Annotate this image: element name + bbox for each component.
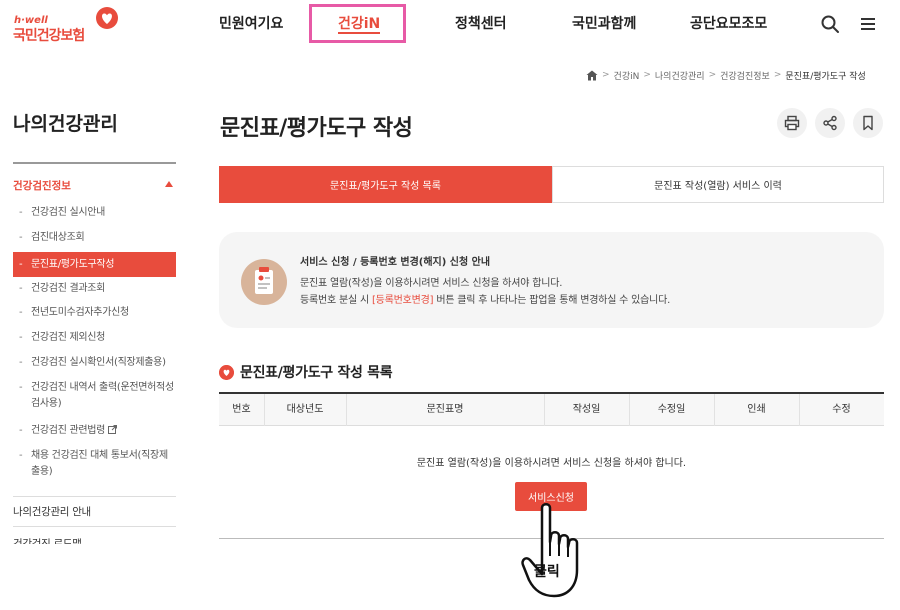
column-header: 수정일 <box>657 404 686 415</box>
sidebar-item[interactable]: 건강검진 실시확인서(직장제출용) <box>13 355 176 371</box>
hamburger-menu-icon[interactable] <box>858 14 878 34</box>
list-heading: 문진표/평가도구 작성 목록 <box>219 362 393 382</box>
breadcrumb-separator: > <box>643 70 651 80</box>
column-header: 인쇄 <box>747 404 766 415</box>
breadcrumb-separator: > <box>602 70 610 80</box>
sidebar-divider <box>13 526 176 527</box>
sidebar-item-law[interactable]: 건강검진 관련법령 <box>13 423 176 439</box>
breadcrumb-current: 문진표/평가도구 작성 <box>785 71 866 82</box>
nav-civil-service[interactable]: 민원여기요 <box>219 13 283 33</box>
nav-highlight-box <box>309 4 406 43</box>
collapse-arrow-icon <box>165 181 173 187</box>
logo-heart-icon <box>96 7 118 29</box>
external-link-icon <box>108 425 118 434</box>
sidebar-section-label: 건강검진정보 <box>13 180 71 192</box>
nav-about-corp[interactable]: 공단요모조모 <box>690 13 767 33</box>
sidebar-title: 나의건강관리 <box>13 113 118 135</box>
info-line-2-prefix: 등록번호 분실 시 <box>300 295 372 306</box>
info-line-2-suffix: 버튼 클릭 후 나타나는 팝업을 통해 변경하실 수 있습니다. <box>433 295 671 306</box>
tab-questionnaire-list[interactable]: 문진표/평가도구 작성 목록 <box>219 166 552 203</box>
list-title: 문진표/평가도구 작성 목록 <box>240 365 393 381</box>
tab-service-history[interactable]: 문진표 작성(열람) 서비스 이력 <box>552 166 884 203</box>
site-logo[interactable]: h·well 국민건강보험 <box>13 6 123 46</box>
breadcrumb-item[interactable]: 나의건강관리 <box>655 69 705 82</box>
bookmark-button[interactable] <box>853 108 883 138</box>
print-icon <box>784 115 800 131</box>
sidebar-divider <box>13 162 176 164</box>
logo-text: 국민건강보험 <box>13 28 85 44</box>
sidebar-link-guide[interactable]: 나의건강관리 안내 <box>13 504 91 519</box>
share-icon <box>823 115 837 131</box>
hand-pointer-icon <box>521 503 579 598</box>
sidebar-item[interactable]: 검진대상조회 <box>13 230 176 246</box>
breadcrumb-item[interactable]: 건강검진정보 <box>720 69 770 82</box>
breadcrumb-separator: > <box>773 70 782 80</box>
info-line-2: 등록번호 분실 시 [등록번호변경] 버튼 클릭 후 나타나는 팝업을 통해 변… <box>300 291 670 306</box>
sidebar-item[interactable]: 건강검진 결과조회 <box>13 281 176 297</box>
clipboard-icon <box>241 259 287 305</box>
page-title: 문진표/평가도구 작성 <box>220 116 413 141</box>
nav-policy-center[interactable]: 정책센터 <box>455 13 507 33</box>
click-annotation-label: 클릭 <box>534 564 560 580</box>
share-button[interactable] <box>815 108 845 138</box>
sidebar-item[interactable]: 건강검진 제외신청 <box>13 330 176 346</box>
register-number-change-link[interactable]: [등록번호변경] <box>372 295 434 306</box>
breadcrumb-item[interactable]: 건강iN <box>614 69 640 82</box>
site-header: h·well 국민건강보험 민원여기요 건강iN 정책센터 국민과함께 공단요모… <box>0 0 900 52</box>
sidebar-divider <box>13 496 176 497</box>
sidebar-item-label: 건강검진 관련법령 <box>31 425 106 436</box>
service-info-box: 서비스 신청 / 등록번호 변경(해지) 신청 안내 문진표 열람(작성)을 이… <box>219 232 884 328</box>
sidebar-section-health-check[interactable]: 건강검진정보 <box>13 178 176 196</box>
print-button[interactable] <box>777 108 807 138</box>
breadcrumb: > 건강iN > 나의건강관리 > 건강검진정보 > 문진표/평가도구 작성 <box>586 68 866 82</box>
column-header: 대상년도 <box>286 404 324 415</box>
sidebar-item[interactable]: 건강검진 실시안내 <box>13 205 176 221</box>
home-icon[interactable] <box>586 70 598 81</box>
info-line-1: 문진표 열람(작성)을 이용하시려면 서비스 신청을 하셔야 합니다. <box>300 278 563 289</box>
column-header: 번호 <box>232 404 251 415</box>
nav-with-people[interactable]: 국민과함께 <box>572 13 636 33</box>
column-header: 수정 <box>832 404 851 415</box>
breadcrumb-separator: > <box>708 70 717 80</box>
sidebar-link-roadmap[interactable]: 건강검진 로드맵 <box>13 536 82 544</box>
bookmark-icon <box>863 115 873 131</box>
heart-bullet-icon <box>219 364 234 380</box>
table-header: 번호 대상년도 문진표명 작성일 수정일 인쇄 수정 <box>219 392 884 426</box>
search-icon[interactable] <box>820 14 840 34</box>
sidebar-item[interactable]: 건강검진 내역서 출력(운전면허적성검사용) <box>13 380 176 412</box>
column-header: 작성일 <box>572 404 601 415</box>
column-header: 문진표명 <box>426 404 464 415</box>
empty-table-message: 문진표 열람(작성)을 이용하시려면 서비스 신청을 하셔야 합니다. <box>416 458 687 469</box>
sidebar-item-active[interactable]: 문진표/평가도구작성 <box>13 252 176 277</box>
info-title: 서비스 신청 / 등록번호 변경(해지) 신청 안내 <box>300 257 491 268</box>
sidebar-item[interactable]: 채용 건강검진 대체 통보서(직장제출용) <box>13 448 176 480</box>
sidebar-item[interactable]: 전년도미수검자추가신청 <box>13 305 176 321</box>
